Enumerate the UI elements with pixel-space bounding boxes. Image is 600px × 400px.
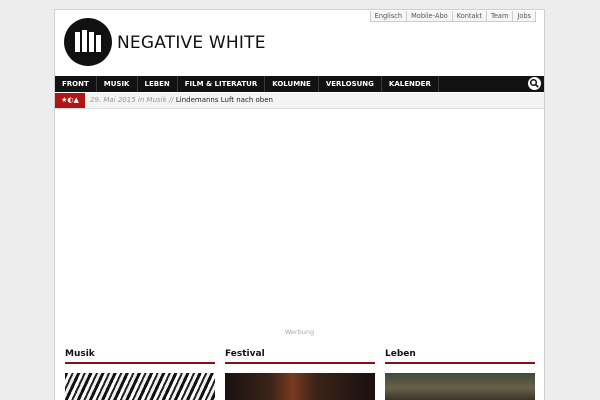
top-link-mobile-abo[interactable]: Mobile-Abo (406, 11, 452, 22)
nav-item-kalender[interactable]: KALENDER (382, 76, 439, 92)
nav-item-verlosung[interactable]: VERLOSUNG (319, 76, 382, 92)
section-festival: Festival (225, 349, 375, 400)
section-musik: Musik (65, 349, 215, 400)
site-name[interactable]: NEGATIVE WHITE (117, 33, 266, 53)
nav-item-film-literatur[interactable]: FILM & LITERATUR (178, 76, 266, 92)
ticker-text: 29. Mai 2015 in Musik // Lindemanns Luft… (90, 93, 273, 108)
top-link-jobs[interactable]: Jobs (512, 11, 536, 22)
page-container: Englisch Mobile-Abo Kontakt Team Jobs NE… (54, 9, 545, 400)
top-link-team[interactable]: Team (485, 11, 513, 22)
section-title-festival[interactable]: Festival (225, 349, 375, 364)
section-leben: Leben (385, 349, 535, 400)
section-image-leben[interactable] (385, 373, 535, 400)
search-button[interactable] (528, 77, 541, 90)
nav-item-leben[interactable]: LEBEN (138, 76, 178, 92)
ticker-headline[interactable]: Lindemanns Luft nach oben (176, 96, 273, 104)
top-link-kontakt[interactable]: Kontakt (451, 11, 486, 22)
section-image-festival[interactable] (225, 373, 375, 400)
nav-item-kolumne[interactable]: KOLUMNE (265, 76, 319, 92)
top-link-englisch[interactable]: Englisch (369, 11, 407, 22)
ticker-separator: // (168, 96, 174, 104)
main-nav: FRONT MUSIK LEBEN FILM & LITERATUR KOLUM… (55, 76, 544, 92)
ad-label: Werbung (284, 328, 315, 336)
ticker-in: in (137, 96, 145, 104)
ticker-badge-icon: ★◐▲ (55, 93, 85, 108)
news-ticker: ★◐▲ 29. Mai 2015 in Musik // Lindemanns … (55, 93, 544, 109)
nav-item-musik[interactable]: MUSIK (97, 76, 138, 92)
ticker-date: 29. Mai 2015 (90, 96, 136, 104)
logo-icon[interactable] (64, 18, 112, 66)
nav-item-front[interactable]: FRONT (55, 76, 97, 92)
ticker-category[interactable]: Musik (147, 96, 167, 104)
top-links: Englisch Mobile-Abo Kontakt Team Jobs (369, 11, 536, 22)
search-icon (529, 78, 539, 88)
section-title-musik[interactable]: Musik (65, 349, 215, 364)
section-title-leben[interactable]: Leben (385, 349, 535, 364)
section-image-musik[interactable] (65, 373, 215, 400)
